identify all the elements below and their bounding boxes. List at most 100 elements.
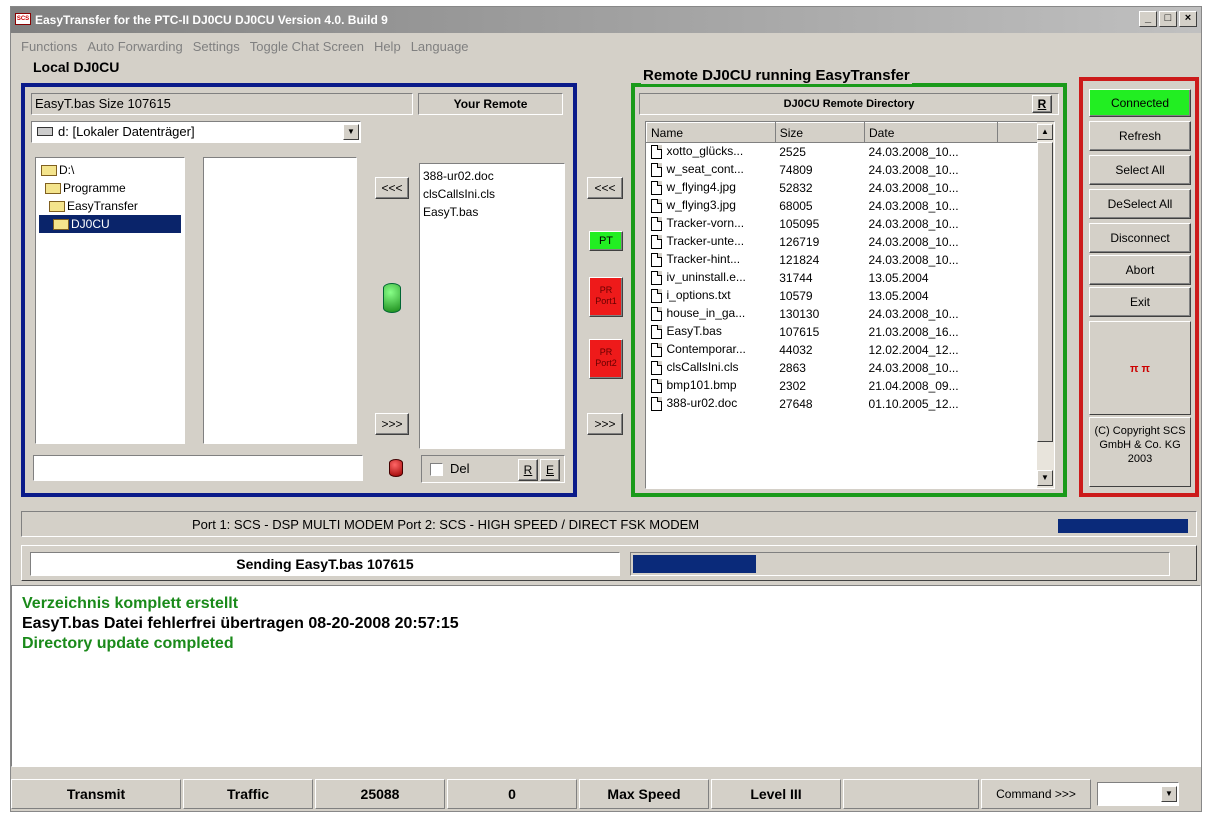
table-row[interactable]: iv_uninstall.e... 31744 13.05.2004 (647, 269, 1054, 287)
disconnect-button[interactable]: Disconnect (1089, 223, 1191, 253)
status-bar: Transmit Traffic 25088 0 Max Speed Level… (11, 779, 1201, 809)
file-size-cell: 121824 (779, 252, 820, 267)
file-icon (650, 396, 662, 411)
file-name-cell: clsCallsIni.cls (647, 359, 776, 377)
drive-icon (37, 127, 53, 136)
file-size-cell: 52832 (779, 180, 813, 195)
command-dropdown-arrow[interactable]: ▼ (1161, 786, 1177, 802)
tree-item-programme[interactable]: Programme (39, 179, 181, 197)
local-e-button[interactable]: E (540, 459, 560, 481)
table-row[interactable]: clsCallsIni.cls 2863 24.03.2008_10... (647, 359, 1054, 377)
local-right-arrow-button[interactable]: >>> (375, 413, 409, 435)
table-row[interactable]: i_options.txt 10579 13.05.2004 (647, 287, 1054, 305)
folder-tree[interactable]: D:\ Programme EasyTransfer DJ0CU (35, 157, 185, 444)
transfer-queue-list[interactable]: 388-ur02.doc clsCallsIni.cls EasyT.bas (419, 163, 565, 449)
file-date-cell: 24.03.2008_10... (868, 252, 959, 267)
file-name-cell: Contemporar... (647, 341, 776, 359)
drive-dropdown-arrow[interactable]: ▼ (343, 124, 359, 140)
table-row[interactable]: Tracker-vorn... 105095 24.03.2008_10... (647, 215, 1054, 233)
exit-button[interactable]: Exit (1089, 287, 1191, 317)
maximize-button[interactable]: □ (1159, 11, 1177, 27)
local-r-button[interactable]: R (518, 459, 538, 481)
file-size-cell: 126719 (779, 234, 820, 249)
deselect-all-button[interactable]: DeSelect All (1089, 189, 1191, 219)
remote-file-table[interactable]: Name Size Date xotto_glücks... 2525 24.03.… (645, 121, 1055, 489)
column-size[interactable]: Size (774, 122, 866, 143)
remote-left-arrow-button[interactable]: <<< (587, 177, 623, 199)
abort-button[interactable]: Abort (1089, 255, 1191, 285)
menu-settings[interactable]: Settings (193, 37, 240, 57)
table-row[interactable]: EasyT.bas 107615 21.03.2008_16... (647, 323, 1054, 341)
window-title: EasyTransfer for the PTC-II DJ0CU DJ0CU … (35, 13, 388, 27)
file-size-cell: 74809 (779, 162, 813, 177)
minimize-button[interactable]: _ (1139, 11, 1157, 27)
column-date[interactable]: Date (864, 122, 998, 143)
folder-open-icon (53, 219, 69, 231)
table-row[interactable]: w_seat_cont... 74809 24.03.2008_10... (647, 161, 1054, 179)
scroll-up-arrow[interactable]: ▲ (1037, 124, 1053, 140)
menu-functions[interactable]: Functions (21, 37, 77, 57)
column-name[interactable]: Name (646, 122, 776, 143)
pr-port2-button[interactable]: PR Port2 (589, 339, 623, 379)
byte-count: 25088 (315, 779, 445, 809)
tree-item-root[interactable]: D:\ (39, 161, 181, 179)
file-date-cell: 24.03.2008_10... (868, 216, 959, 231)
local-file-list[interactable] (203, 157, 357, 444)
select-all-button[interactable]: Select All (1089, 155, 1191, 185)
local-left-arrow-button[interactable]: <<< (375, 177, 409, 199)
queue-item[interactable]: clsCallsIni.cls (420, 185, 564, 203)
remote-r-button[interactable]: R (1032, 95, 1052, 113)
file-name-cell: xotto_glücks... (647, 143, 776, 161)
queue-item[interactable]: EasyT.bas (420, 203, 564, 221)
sending-status: Sending EasyT.bas 107615 (30, 552, 620, 576)
green-db-icon (383, 283, 401, 313)
command-select[interactable]: ▼ (1097, 782, 1179, 806)
remote-right-arrow-button[interactable]: >>> (587, 413, 623, 435)
scroll-down-arrow[interactable]: ▼ (1037, 470, 1053, 486)
queue-item[interactable]: 388-ur02.doc (420, 167, 564, 185)
table-row[interactable]: 388-ur02.doc 27648 01.10.2005_12... (647, 395, 1054, 413)
local-group-title: Local DJ0CU (31, 59, 122, 75)
table-row[interactable]: Tracker-hint... 121824 24.03.2008_10... (647, 251, 1054, 269)
table-row[interactable]: bmp101.bmp 2302 21.04.2008_09... (647, 377, 1054, 395)
folder-open-icon (41, 165, 57, 177)
status-spacer (843, 779, 979, 809)
pr-port1-button[interactable]: PR Port1 (589, 277, 623, 317)
table-row[interactable]: house_in_ga... 130130 24.03.2008_10... (647, 305, 1054, 323)
ports-text: Port 1: SCS - DSP MULTI MODEM Port 2: SC… (192, 517, 700, 532)
pt-button[interactable]: PT (589, 231, 623, 251)
file-date-cell: 12.02.2004_12... (868, 342, 959, 357)
scroll-thumb[interactable] (1037, 142, 1053, 442)
menu-auto-forwarding[interactable]: Auto Forwarding (87, 37, 182, 57)
menu-toggle-chat-screen[interactable]: Toggle Chat Screen (250, 37, 364, 57)
table-row[interactable]: xotto_glücks... 2525 24.03.2008_10... (647, 143, 1054, 161)
menu-language[interactable]: Language (411, 37, 469, 57)
refresh-button[interactable]: Refresh (1089, 121, 1191, 151)
red-db-icon (389, 459, 403, 477)
file-name-cell: w_flying4.jpg (647, 179, 776, 197)
local-path-input[interactable] (33, 455, 363, 481)
log-line: Verzeichnis komplett erstellt (22, 595, 239, 612)
table-row[interactable]: w_flying4.jpg 52832 24.03.2008_10... (647, 179, 1054, 197)
menu-help[interactable]: Help (374, 37, 401, 57)
file-date-cell: 21.03.2008_16... (868, 324, 959, 339)
tree-item-dj0cu[interactable]: DJ0CU (39, 215, 181, 233)
file-size-cell: 107615 (779, 324, 820, 339)
table-row[interactable]: Tracker-unte... 126719 24.03.2008_10... (647, 233, 1054, 251)
file-icon (650, 342, 662, 357)
log-area[interactable]: Verzeichnis komplett erstellt EasyT.bas … (11, 585, 1201, 767)
del-label: Del (450, 461, 470, 476)
table-row[interactable]: Contemporar... 44032 12.02.2004_12... (647, 341, 1054, 359)
del-checkbox[interactable] (430, 463, 443, 476)
tree-item-easytransfer[interactable]: EasyTransfer (39, 197, 181, 215)
logo-box: π π (1089, 321, 1191, 415)
file-date-cell: 24.03.2008_10... (868, 198, 959, 213)
remote-scrollbar[interactable]: ▲ ▼ (1037, 122, 1054, 488)
close-button[interactable]: × (1179, 11, 1197, 27)
ports-bar: Port 1: SCS - DSP MULTI MODEM Port 2: SC… (21, 511, 1197, 537)
drive-select[interactable]: d: [Lokaler Datenträger] ▼ (31, 121, 361, 143)
table-row[interactable]: w_flying3.jpg 68005 24.03.2008_10... (647, 197, 1054, 215)
level-status: Level III (711, 779, 841, 809)
file-name-cell: EasyT.bas (647, 323, 776, 341)
file-name-cell: w_flying3.jpg (647, 197, 776, 215)
